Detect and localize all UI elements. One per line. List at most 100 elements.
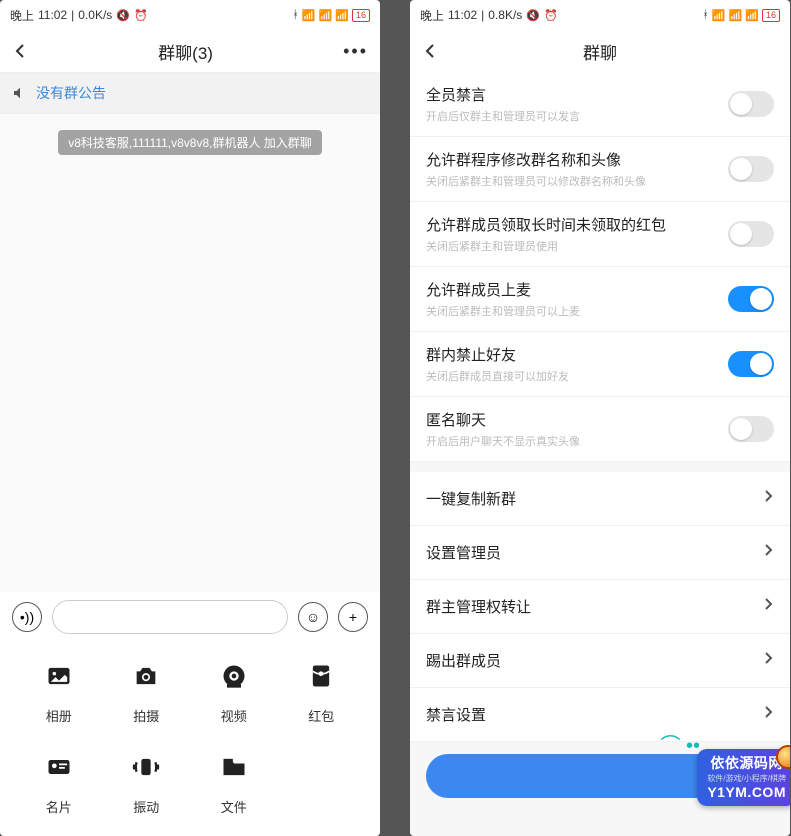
chevron-right-icon (764, 651, 774, 670)
grid-item-file[interactable]: 文件 (195, 743, 273, 816)
voice-button[interactable]: •)) (12, 602, 42, 632)
toggle-switch[interactable] (728, 286, 774, 312)
status-bar: 晚上11:02 | 0.8K/s 🔇 ⏰ ᚼ 📶 📶 📶 16 (410, 0, 790, 30)
grid-label: 名片 (46, 797, 72, 816)
setting-link-row[interactable]: 一键复制新群 (410, 472, 790, 526)
announcement-text: 没有群公告 (36, 83, 106, 103)
grid-label: 拍摄 (133, 706, 159, 725)
status-time: 11:02 (38, 8, 67, 22)
emoji-button[interactable]: ☺ (298, 602, 328, 632)
top-nav: 群聊 (410, 30, 790, 72)
chevron-left-icon (422, 43, 438, 59)
setting-title: 群内禁止好友 (426, 344, 718, 365)
sound-icon: •)) (20, 609, 34, 625)
mute-icon: 🔇 (526, 9, 540, 22)
status-bar: 晚上11:02 | 0.0K/s 🔇 ⏰ ᚼ 📶 📶 📶 16 (0, 0, 380, 30)
setting-title: 允许群成员上麦 (426, 279, 718, 300)
alarm-icon: ⏰ (134, 9, 148, 22)
status-speed: 0.8K/s (488, 8, 522, 22)
setting-title: 全员禁言 (426, 84, 718, 105)
grid-item-card[interactable]: 名片 (20, 743, 98, 816)
back-button[interactable] (12, 43, 28, 59)
setting-link-row[interactable]: 群主管理权转让 (410, 580, 790, 634)
vibrate-icon (122, 743, 170, 791)
video-icon (210, 652, 258, 700)
setting-link-row[interactable]: 禁言设置 (410, 688, 790, 742)
setting-toggle-row[interactable]: 允许群成员领取长时间未领取的红包 关闭后紧群主和管理员使用 (410, 202, 790, 267)
chevron-right-icon (764, 597, 774, 616)
toggle-switch[interactable] (728, 351, 774, 377)
announcement-bar[interactable]: 没有群公告 (0, 72, 380, 114)
chat-messages-area[interactable]: v8科技客服,111111,v8v8v8,群机器人 加入群聊 (0, 114, 380, 592)
signal-icon: 📶 (319, 9, 333, 22)
bluetooth-icon: ᚼ (292, 9, 299, 21)
setting-link-label: 踢出群成员 (426, 650, 754, 671)
toggle-switch[interactable] (728, 221, 774, 247)
toggle-switch[interactable] (728, 416, 774, 442)
card-icon (35, 743, 83, 791)
plus-icon: + (349, 609, 357, 625)
wifi-icon: 📶 (335, 9, 349, 22)
plus-button[interactable]: + (338, 602, 368, 632)
megaphone-icon (12, 85, 28, 101)
toggle-knob (750, 353, 772, 375)
grid-item-redpacket[interactable]: 红包 (283, 652, 361, 725)
chevron-left-icon (12, 43, 28, 59)
toggle-knob (730, 418, 752, 440)
grid-item-video[interactable]: 视频 (195, 652, 273, 725)
toggle-switch[interactable] (728, 156, 774, 182)
setting-toggle-row[interactable]: 允许群成员上麦 关闭后紧群主和管理员可以上麦 (410, 267, 790, 332)
setting-link-label: 设置管理员 (426, 542, 754, 563)
status-time: 11:02 (448, 8, 477, 22)
toggle-knob (730, 93, 752, 115)
decorative-dots: ⌒ •• (660, 729, 700, 758)
camera-icon (122, 652, 170, 700)
input-bar: •)) ☺ + (0, 592, 380, 642)
mute-icon: 🔇 (116, 9, 130, 22)
page-title: 群聊 (583, 39, 617, 64)
setting-toggle-row[interactable]: 允许群程序修改群名称和头像 关闭后紧群主和管理员可以修改群名称和头像 (410, 137, 790, 202)
grid-item-camera[interactable]: 拍摄 (108, 652, 186, 725)
top-nav: 群聊(3) ••• (0, 30, 380, 72)
back-button[interactable] (422, 43, 438, 59)
setting-link-label: 一键复制新群 (426, 488, 754, 509)
alarm-icon: ⏰ (544, 9, 558, 22)
redpacket-icon (297, 652, 345, 700)
chevron-right-icon (764, 489, 774, 508)
setting-link-row[interactable]: 踢出群成员 (410, 634, 790, 688)
grid-label: 视频 (221, 706, 247, 725)
setting-toggle-row[interactable]: 匿名聊天 开启后用户聊天不显示真实头像 (410, 397, 790, 462)
message-input[interactable] (52, 600, 288, 634)
watermark-subtitle: 软件/游戏/小程序/棋牌 (707, 773, 786, 784)
grid-label: 相册 (46, 706, 72, 725)
setting-link-label: 群主管理权转让 (426, 596, 754, 617)
setting-title: 允许群成员领取长时间未领取的红包 (426, 214, 718, 235)
file-icon (210, 743, 258, 791)
setting-link-label: 禁言设置 (426, 704, 754, 725)
battery-indicator: 16 (762, 9, 780, 22)
more-button[interactable]: ••• (343, 41, 368, 62)
signal-icon: 📶 (712, 9, 726, 22)
chevron-right-icon (764, 543, 774, 562)
signal-icon: 📶 (729, 9, 743, 22)
bluetooth-icon: ᚼ (702, 9, 709, 21)
status-time-prefix: 晚上 (420, 7, 444, 24)
chevron-right-icon (764, 705, 774, 724)
toggle-switch[interactable] (728, 91, 774, 117)
grid-label: 文件 (221, 797, 247, 816)
wifi-icon: 📶 (745, 9, 759, 22)
setting-title: 允许群程序修改群名称和头像 (426, 149, 718, 170)
grid-item-vibrate[interactable]: 振动 (108, 743, 186, 816)
status-speed: 0.0K/s (78, 8, 112, 22)
setting-link-row[interactable]: 设置管理员 (410, 526, 790, 580)
photo-icon (35, 652, 83, 700)
toggle-knob (730, 223, 752, 245)
grid-label: 红包 (308, 706, 334, 725)
settings-list: 全员禁言 开启后仅群主和管理员可以发言 允许群程序修改群名称和头像 关闭后紧群主… (410, 72, 790, 836)
grid-item-photo[interactable]: 相册 (20, 652, 98, 725)
setting-toggle-row[interactable]: 群内禁止好友 关闭后群成员直接可以加好友 (410, 332, 790, 397)
setting-description: 开启后仅群主和管理员可以发言 (426, 108, 718, 124)
watermark-url: Y1YM.COM (707, 784, 786, 800)
setting-toggle-row[interactable]: 全员禁言 开启后仅群主和管理员可以发言 (410, 72, 790, 137)
setting-description: 关闭后紧群主和管理员可以修改群名称和头像 (426, 173, 718, 189)
